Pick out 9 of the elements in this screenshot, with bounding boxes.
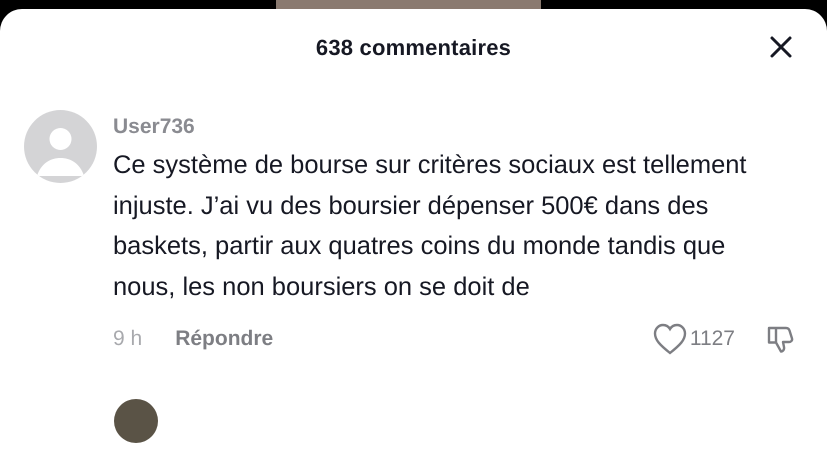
- comment-text: Ce système de bourse sur critères sociaux est tellement injuste. J’ai vu des boursier dépenser 500€ dans des baskets, partir aux quatres coins du monde tandis que nous, les non boursiers on se doit de: [113, 150, 748, 302]
- heart-icon: [652, 322, 688, 356]
- avatar-photo-placeholder: [114, 399, 158, 443]
- username[interactable]: User736: [113, 115, 195, 139]
- reply-link[interactable]: Répondre: [175, 327, 274, 351]
- close-icon: [769, 35, 793, 59]
- comments-count-title: 638 commentaires: [316, 35, 512, 61]
- comment-time: 9 h: [113, 327, 142, 351]
- like-button[interactable]: 1127: [652, 322, 735, 356]
